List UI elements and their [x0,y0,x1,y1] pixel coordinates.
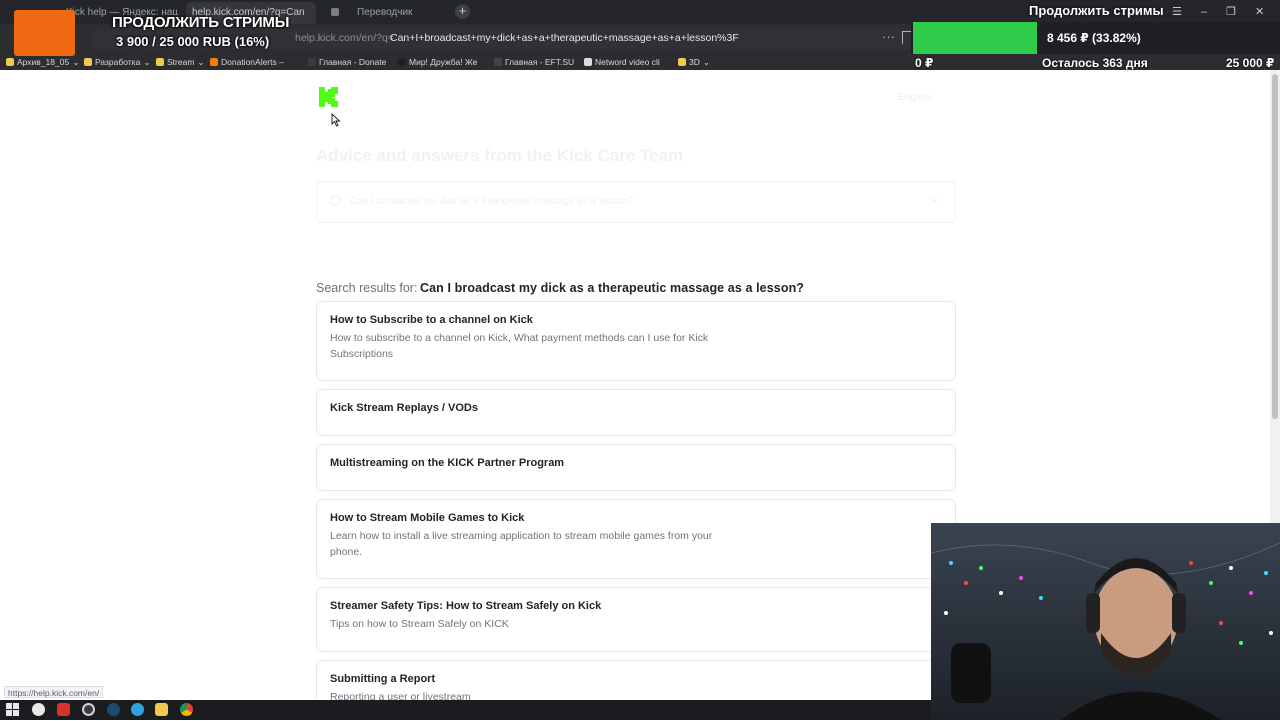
result-title[interactable]: How to Subscribe to a channel on Kick [330,314,533,326]
file-explorer-icon[interactable] [155,703,168,716]
bookmark-item[interactable]: Главная - Donate [308,55,386,69]
tab-label: Переводчик [357,7,413,18]
kick-logo-icon[interactable] [318,86,340,108]
result-description: How to subscribe to a channel on Kick, W… [330,332,709,360]
bookmark-label: Мир! Дружба! Же [409,57,478,67]
bookmark-favicon-icon [398,58,406,66]
goal-max-label: 25 000 ₽ [1226,56,1275,70]
result-title[interactable]: Kick Stream Replays / VODs [330,402,478,414]
window-controls[interactable]: ☰ – ❐ ✕ [1172,5,1264,18]
more-options-icon[interactable]: ··· [882,29,895,44]
result-card-mobile-games[interactable]: How to Stream Mobile Games to Kick Learn… [316,499,956,579]
url-host[interactable]: help.kick.com/en/?q= [295,32,394,44]
bookmark-label: Главная - EFT.SU [505,57,575,67]
bookmark-item[interactable]: Разработка ⌄ [84,55,150,69]
search-icon [330,195,341,206]
goal-progress-fill [913,22,1037,54]
obs-icon[interactable] [82,703,95,716]
bookmark-item[interactable]: Мир! Дружба! Же [398,55,477,69]
chevron-down-icon: ⌄ [197,57,205,67]
bookmark-label: 3D [689,57,700,67]
chevron-down-icon: ⌄ [702,57,710,67]
yandex-browser-icon[interactable] [32,703,45,716]
bookmark-item[interactable]: Netword video cli [584,55,660,69]
bookmark-item[interactable]: 3D ⌄ [678,55,710,69]
chevron-down-icon: ⌄ [143,57,151,67]
tab-translator[interactable]: Переводчик [325,2,445,24]
clear-search-icon[interactable]: ✕ [931,196,939,207]
status-bar-url: https://help.kick.com/en/ [4,686,104,698]
steam-icon[interactable] [107,703,120,716]
bookmark-label: Архив_18_05 [17,57,70,67]
chrome-icon[interactable] [180,703,193,716]
result-card-safety-tips[interactable]: Streamer Safety Tips: How to Stream Safe… [316,587,956,652]
search-input-value[interactable]: Can I broadcast my dick as a therapeutic… [350,196,633,207]
result-title[interactable]: Multistreaming on the KICK Partner Progr… [330,457,564,469]
results-query: Can I broadcast my dick as a therapeutic… [420,281,805,295]
language-selector[interactable]: English [898,92,931,103]
result-title[interactable]: Submitting a Report [330,673,435,685]
bookmark-favicon-icon [6,58,14,66]
donation-goal-title: ПРОДОЛЖИТЬ СТРИМЫ [112,14,290,31]
streamer-webcam [931,523,1280,720]
bookmark-label: Netword video cli [595,57,660,67]
mouse-cursor-icon [331,113,341,127]
translator-icon [331,8,339,16]
result-card-multistreaming[interactable]: Multistreaming on the KICK Partner Progr… [316,444,956,491]
result-description: Tips on how to Stream Safely on KICK [330,618,509,630]
donation-goal-amount: 3 900 / 25 000 RUB (16%) [116,34,270,49]
bookmark-item[interactable]: Главная - EFT.SU [494,55,574,69]
bookmark-label: Stream [167,57,195,67]
result-card-replays[interactable]: Kick Stream Replays / VODs [316,389,956,436]
telegram-icon[interactable] [131,703,144,716]
goal-min-label: 0 ₽ [915,56,934,70]
bookmark-label: Разработка [95,57,141,67]
bookmark-item[interactable]: Stream ⌄ [156,55,205,69]
new-tab-button[interactable]: + [455,4,470,19]
bookmark-label: DonationAlerts – [221,57,284,67]
windows-start-icon[interactable] [6,703,19,716]
goal-remaining-label: Осталось 363 дня [1042,56,1148,70]
goal-progress-amount: 8 456 ₽ (33.82%) [1047,31,1141,45]
result-description: Learn how to install a live streaming ap… [330,530,713,558]
chevron-down-icon: ⌄ [72,57,80,67]
page-title: Advice and answers from the Kick Care Te… [316,146,684,165]
bookmark-favicon-icon [308,58,316,66]
result-card-subscribe[interactable]: How to Subscribe to a channel on Kick Ho… [316,301,956,381]
bookmark-favicon-icon [494,58,502,66]
bookmark-favicon-icon [156,58,164,66]
donation-goal-image [14,10,75,56]
result-title[interactable]: Streamer Safety Tips: How to Stream Safe… [330,600,601,612]
bookmark-favicon-icon [84,58,92,66]
bookmark-favicon-icon [210,58,218,66]
result-title[interactable]: How to Stream Mobile Games to Kick [330,512,524,524]
bookmark-item[interactable]: Архив_18_05 ⌄ [6,55,79,69]
scrollbar-thumb[interactable] [1272,74,1278,419]
url-query[interactable]: Can+I+broadcast+my+dick+as+a+therapeutic… [390,32,739,44]
goal-widget-title: Продолжить стримы [1029,3,1164,18]
red-app-icon[interactable] [57,703,70,716]
bookmark-favicon-icon [584,58,592,66]
bookmark-item[interactable]: DonationAlerts – [210,55,284,69]
bookmark-label: Главная - Donate [319,57,387,67]
results-label: Search results for: [316,281,418,295]
bookmark-favicon-icon [678,58,686,66]
